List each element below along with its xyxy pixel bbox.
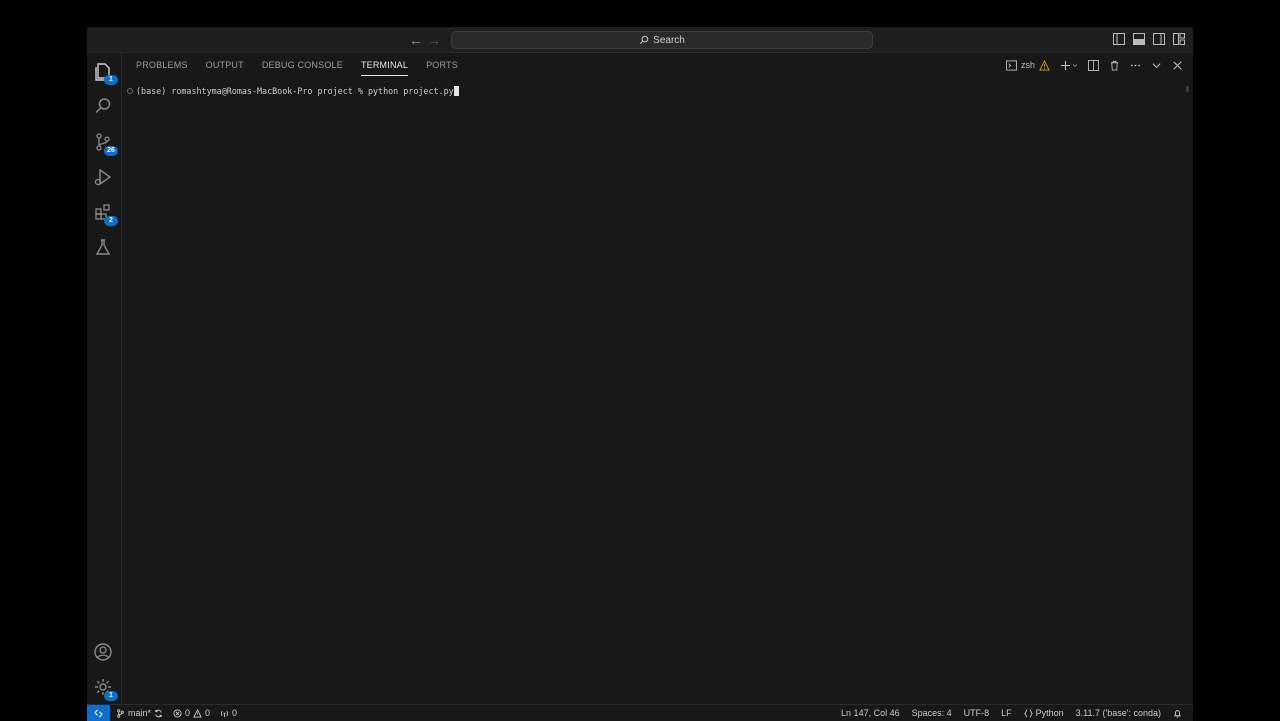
settings-badge: 1	[104, 691, 118, 701]
python-interpreter[interactable]: 3.11.7 ('base': conda)	[1076, 708, 1161, 718]
status-right: Ln 147, Col 46 Spaces: 4 UTF-8 LF Python…	[841, 708, 1182, 718]
ports-status[interactable]: 0	[220, 708, 237, 718]
cursor-position[interactable]: Ln 147, Col 46	[841, 708, 900, 718]
remote-indicator[interactable]	[87, 705, 110, 721]
activity-bar: 1 26 2 1	[87, 53, 122, 704]
more-actions-icon[interactable]	[1129, 59, 1141, 71]
accounts-icon[interactable]	[93, 642, 115, 664]
bottom-panel: PROBLEMS OUTPUT DEBUG CONSOLE TERMINAL P…	[122, 53, 1193, 704]
encoding[interactable]: UTF-8	[964, 708, 990, 718]
warning-icon	[1038, 59, 1050, 71]
braces-icon	[1023, 708, 1033, 718]
maximize-panel-chevron-icon[interactable]	[1150, 59, 1162, 71]
customize-layout-icon[interactable]	[1173, 32, 1185, 45]
terminal-cursor	[453, 86, 459, 96]
broadcast-icon	[220, 710, 229, 717]
panel-tabs: PROBLEMS OUTPUT DEBUG CONSOLE TERMINAL P…	[136, 60, 458, 76]
title-bar: ← → Search	[87, 27, 1193, 53]
forward-arrow-icon[interactable]: →	[426, 32, 442, 48]
tab-terminal[interactable]: TERMINAL	[360, 60, 409, 76]
status-left: main* 0 0 0	[116, 708, 237, 718]
error-icon	[173, 708, 182, 718]
problems-status[interactable]: 0 0	[173, 708, 210, 718]
toggle-panel-icon[interactable]	[1133, 32, 1145, 45]
status-bar: main* 0 0 0 Ln 147, Col 46 Spaces: 4 UTF…	[87, 704, 1193, 721]
notifications-bell-icon[interactable]	[1173, 709, 1182, 718]
warning-count: 0	[205, 708, 211, 718]
new-terminal-plus-icon[interactable]	[1059, 59, 1071, 71]
terminal-shell-selector[interactable]: zsh	[1006, 59, 1050, 71]
ports-count: 0	[232, 708, 238, 718]
search-icon	[640, 35, 649, 45]
end-of-line[interactable]: LF	[1001, 708, 1012, 718]
panel-actions: zsh	[1006, 59, 1183, 71]
terminal-output[interactable]: (base) romashtyma@Romas-MacBook-Pro proj…	[136, 86, 459, 96]
language-mode[interactable]: Python	[1023, 708, 1064, 718]
terminal-line: (base) romashtyma@Romas-MacBook-Pro proj…	[136, 86, 454, 96]
warning-icon	[193, 708, 202, 718]
sync-icon[interactable]	[154, 709, 163, 718]
run-and-debug-icon[interactable]	[93, 167, 115, 189]
explorer-icon[interactable]: 1	[93, 61, 118, 85]
tab-problems[interactable]: PROBLEMS	[136, 60, 188, 76]
command-center-search[interactable]: Search	[451, 31, 873, 49]
extensions-icon[interactable]: 2	[93, 202, 118, 226]
search-label: Search	[653, 34, 685, 46]
close-icon[interactable]	[1171, 59, 1183, 71]
tab-output[interactable]: OUTPUT	[206, 60, 244, 76]
chevron-down-icon[interactable]	[1072, 59, 1078, 71]
vscode-window: ← → Search 1 26 2 1 PROBLEMS OUTPUT DEBU…	[87, 27, 1193, 721]
explorer-badge: 1	[104, 75, 118, 85]
extensions-badge: 2	[104, 216, 118, 226]
source-control-icon[interactable]: 26	[93, 132, 118, 156]
language-label: Python	[1035, 708, 1064, 718]
split-terminal-icon[interactable]	[1087, 59, 1099, 71]
terminal-icon	[1006, 59, 1018, 71]
branch-name: main*	[128, 708, 152, 718]
command-decoration-icon	[127, 88, 133, 94]
shell-name: zsh	[1020, 60, 1035, 70]
terminal-scrollbar[interactable]	[1186, 86, 1189, 92]
layout-controls	[1113, 32, 1185, 45]
toggle-primary-sidebar-icon[interactable]	[1113, 32, 1125, 45]
testing-flask-icon[interactable]	[93, 237, 115, 259]
indentation[interactable]: Spaces: 4	[912, 708, 952, 718]
tab-debug-console[interactable]: DEBUG CONSOLE	[262, 60, 343, 76]
remote-icon	[94, 709, 103, 717]
search-view-icon[interactable]	[93, 96, 115, 118]
manage-gear-icon[interactable]: 1	[93, 677, 118, 701]
branch-status[interactable]: main*	[116, 708, 163, 718]
tab-ports[interactable]: PORTS	[426, 60, 458, 76]
toggle-secondary-sidebar-icon[interactable]	[1153, 32, 1165, 45]
branch-icon	[117, 708, 124, 718]
error-count: 0	[185, 708, 191, 718]
source-control-badge: 26	[104, 146, 118, 156]
trash-icon[interactable]	[1108, 59, 1120, 71]
back-arrow-icon[interactable]: ←	[408, 32, 424, 48]
